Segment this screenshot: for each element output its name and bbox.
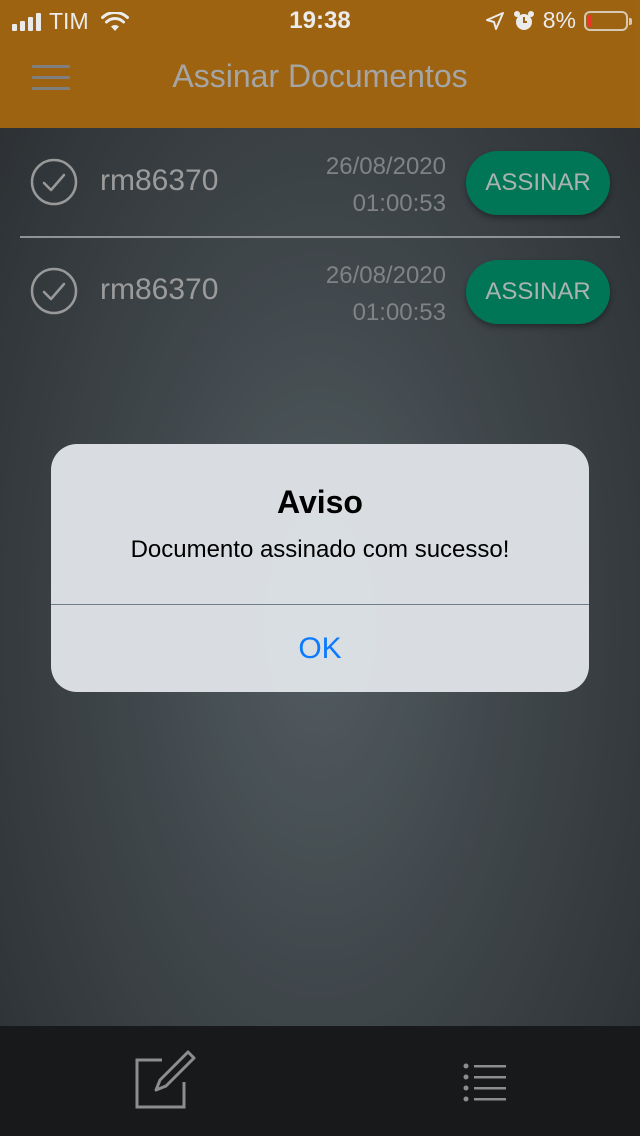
- alert-dialog: Aviso Documento assinado com sucesso! OK: [51, 444, 589, 692]
- alert-message: Documento assinado com sucesso!: [130, 536, 510, 563]
- alert-title: Aviso: [277, 484, 363, 520]
- app-screen: TIM 19:38 8% Assinar Documentos rm86370 …: [0, 0, 640, 1136]
- ok-button[interactable]: OK: [51, 605, 589, 692]
